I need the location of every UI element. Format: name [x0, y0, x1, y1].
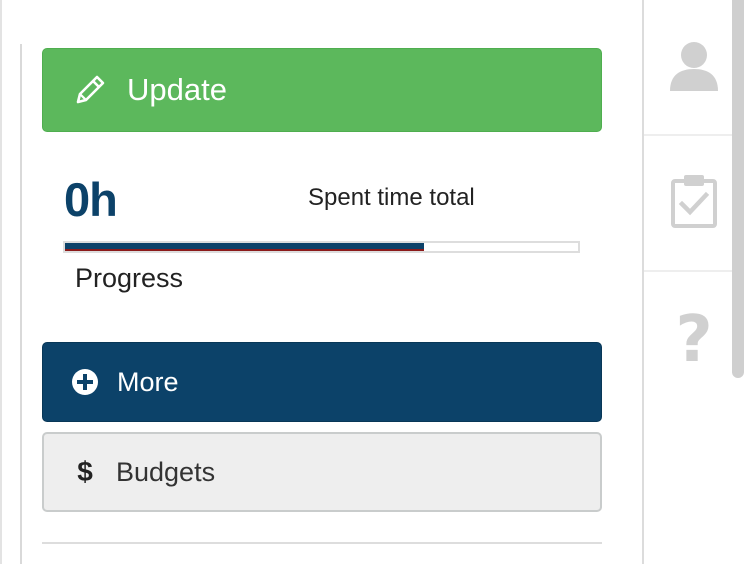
- budgets-button-label: Budgets: [116, 456, 216, 487]
- page: Update 0h Spent time total Progress More…: [0, 0, 744, 564]
- update-button[interactable]: Update: [42, 48, 602, 132]
- spent-time-label: Spent time total: [308, 184, 475, 211]
- spent-time-value: 0h: [64, 173, 118, 226]
- more-button-label: More: [117, 366, 179, 397]
- right-rail: ?: [642, 0, 744, 564]
- progress-bar-fill: [65, 243, 425, 251]
- left-divider: [20, 44, 22, 564]
- rail-item-user[interactable]: [644, 0, 744, 136]
- pencil-icon: [73, 73, 107, 107]
- more-button[interactable]: More: [42, 342, 602, 422]
- progress-label: Progress: [75, 263, 184, 293]
- dollar-icon: $: [77, 456, 93, 487]
- progress-bar: [63, 241, 580, 253]
- question-icon: ?: [675, 303, 713, 377]
- user-icon: [666, 37, 722, 98]
- scrollbar[interactable]: [732, 0, 744, 378]
- clipboard-check-icon: [670, 173, 718, 234]
- update-button-label: Update: [127, 72, 227, 107]
- bottom-divider: [42, 542, 602, 544]
- budgets-button[interactable]: $ Budgets: [42, 432, 602, 512]
- plus-circle-icon: [71, 368, 99, 396]
- rail-item-help[interactable]: ?: [644, 272, 744, 408]
- left-edge-border: [0, 0, 2, 564]
- rail-item-clipboard[interactable]: [644, 136, 744, 272]
